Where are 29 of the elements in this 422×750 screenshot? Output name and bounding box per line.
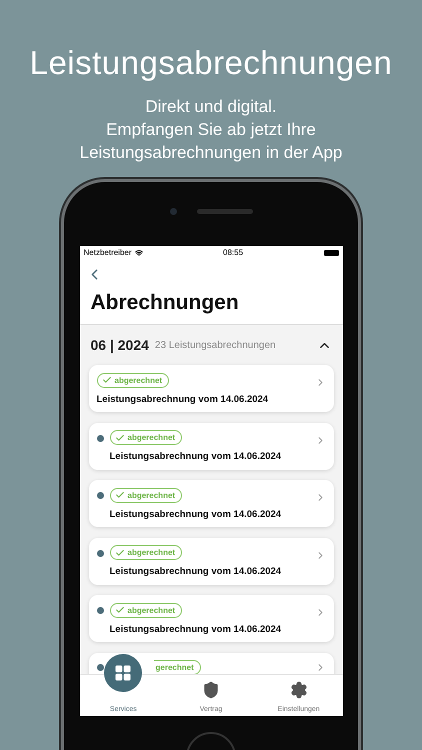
invoice-title: Leistungsabrechnung vom 14.06.2024	[110, 451, 282, 462]
status-badge: abgerechnet	[110, 602, 182, 618]
shield-icon	[202, 681, 220, 699]
invoice-card[interactable]: abgerechnet Leistungsabrechnung vom 14.06.2024	[88, 595, 334, 642]
section-period: 06 | 2024	[90, 337, 149, 353]
invoice-card[interactable]: abgerechnet Leistungsabrechnung vom 14.06.2024	[88, 538, 334, 584]
clock: 08:55	[223, 248, 244, 257]
invoice-title: Leistungsabrechnung vom 14.06.2024	[110, 508, 282, 520]
invoice-title: Leistungsabrechnung vom 14.06.2024	[110, 624, 282, 634]
status-badge: abgerechnet	[110, 545, 182, 560]
battery-icon	[324, 250, 338, 256]
subtitle: Direkt und digital.	[145, 96, 277, 118]
wifi-icon	[134, 248, 143, 256]
invoice-card[interactable]: abgerechnet Leistungsabrechnung vom 14.06.2024	[88, 480, 334, 527]
invoice-card[interactable]: abgerechnet Leistungsabrechnung vom 14.06.2024	[88, 365, 334, 412]
speaker-icon	[196, 208, 252, 214]
carrier-name: Netzbetreiber	[84, 248, 132, 257]
section-count: 23 Leistungsabrechnungen	[154, 340, 277, 350]
status-badge: abgerechnet	[110, 430, 182, 445]
status-badge: abgerechnet	[96, 372, 170, 388]
invoice-title: Leistungsabrechnung vom 14.06.2024	[110, 566, 282, 577]
settings-icon	[290, 681, 308, 699]
subtitle: Leistungsabrechnungen in der App	[80, 142, 342, 164]
invoice-card[interactable]: abgerechnet Leistungsabrechnung vom 14.06.2024	[88, 422, 334, 470]
headline: Leistungsabrechnungen	[30, 44, 392, 82]
subtitle: Empfangen Sie ab jetzt Ihre	[106, 119, 316, 141]
camera-icon	[170, 208, 176, 214]
status-badge: abgerechnet	[110, 488, 182, 502]
invoice-title: Leistungsabrechnung vom 14.06.2024	[96, 394, 270, 404]
